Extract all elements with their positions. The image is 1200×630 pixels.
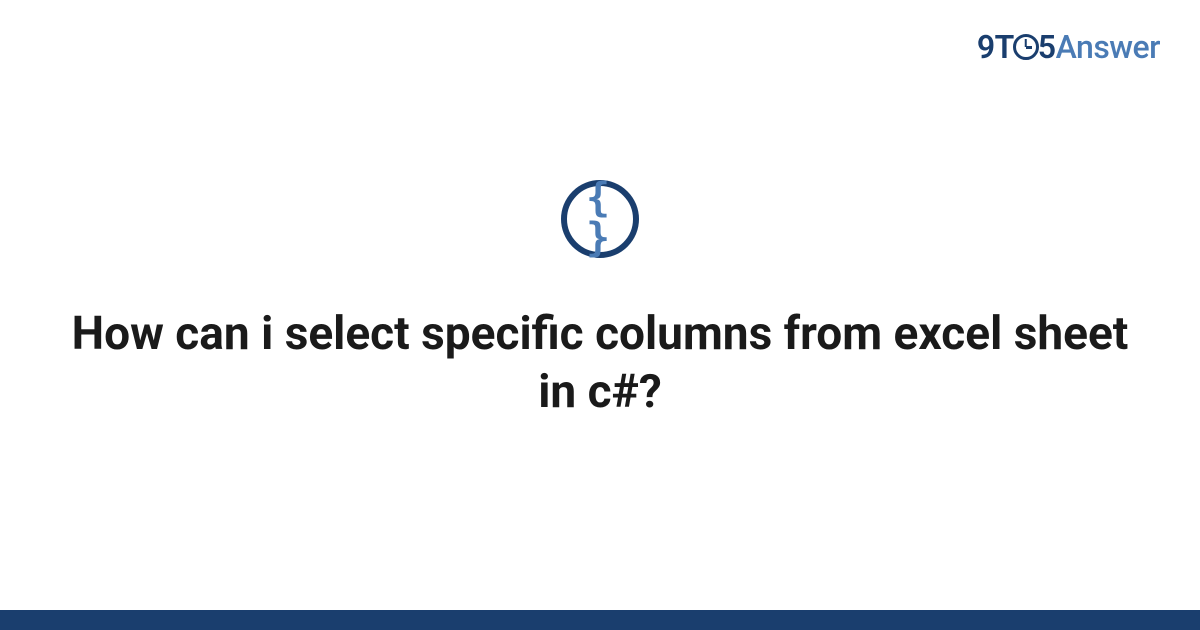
braces-glyph: { } [567,178,633,258]
logo-part-9t: 9T [977,28,1014,66]
footer-bar [0,610,1200,630]
question-title: How can i select specific columns from e… [0,306,1200,421]
site-logo: 9T 5Answer [977,28,1160,66]
clock-icon [1013,34,1039,60]
logo-part-5: 5 [1038,28,1056,66]
main-content: { } How can i select specific columns fr… [0,180,1200,421]
code-braces-icon: { } [561,180,639,258]
logo-part-answer: Answer [1056,28,1160,66]
